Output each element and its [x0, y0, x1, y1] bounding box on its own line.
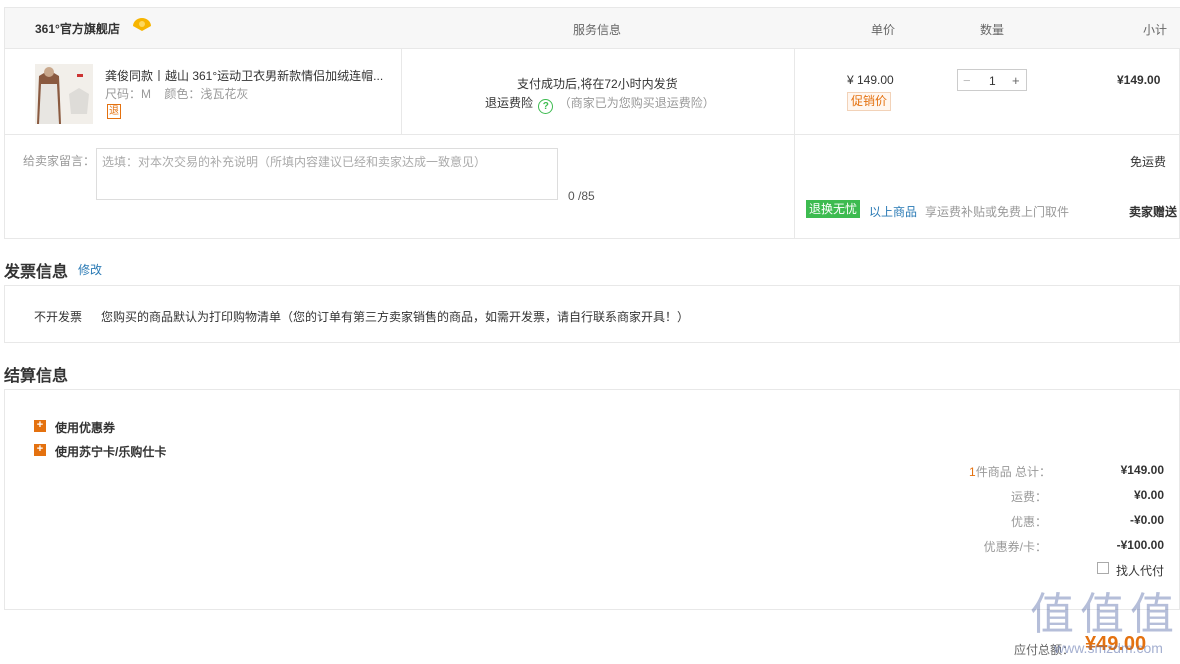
card-toggle-label: 使用苏宁卡/乐购仕卡 [55, 445, 167, 459]
store-rank-icon [131, 17, 153, 36]
settlement-title: 结算信息 [4, 368, 69, 385]
size-label: 尺码： [105, 87, 142, 101]
shipping-fee-value: ¥0.00 [1133, 488, 1164, 502]
color-label: 颜色： [164, 87, 201, 101]
worry-free-desc: 享运费补贴或免费上门取件 [925, 205, 1070, 219]
promo-tag: 促销价 [847, 92, 892, 111]
header-service: 服务信息 [573, 23, 622, 37]
watermark-logo: 值 值 值 [1030, 578, 1174, 642]
message-placeholder: 选填：对本次交易的补充说明（所填内容建议已经和卖家达成一致意见） [102, 155, 487, 169]
service-shipping-time: 支付成功后,将在72小时内发货 [517, 77, 678, 91]
header-subtotal: 小计 [1143, 23, 1168, 37]
coupon-card-value: -¥100.00 [1116, 538, 1164, 552]
qty-minus-button[interactable]: − [963, 73, 971, 88]
column-divider-service [401, 48, 402, 134]
qty-input[interactable]: 1 [989, 74, 996, 88]
return-badge: 退 [107, 104, 121, 119]
product-title[interactable]: 龚俊同款丨越山 361°运动卫衣男新款情侣加绒连帽... [105, 67, 395, 84]
column-divider-price [794, 48, 795, 238]
unit-price: ¥ 149.00 [847, 73, 894, 87]
shipping-fee-label: 运费： [1010, 490, 1047, 504]
subtotal-value: ¥149.00 [1117, 73, 1161, 87]
message-label: 给卖家留言： [23, 154, 96, 168]
expand-plus-icon: + [34, 444, 46, 456]
coupon-toggle-label: 使用优惠券 [55, 421, 116, 435]
store-name[interactable]: 361°官方旗舰店 [35, 20, 120, 37]
product-thumbnail[interactable] [35, 64, 93, 124]
expand-plus-icon: + [34, 420, 46, 432]
message-counter: 0 /85 [568, 189, 595, 203]
color-value: 浅瓦花灰 [200, 87, 249, 101]
qty-plus-button[interactable]: + [1012, 73, 1020, 88]
invoice-title: 发票信息 [4, 264, 69, 281]
coupon-card-label: 优惠券/卡： [983, 540, 1047, 554]
service-insurance: 退运费险 [485, 96, 534, 110]
row-divider [5, 134, 1180, 135]
invoice-edit-link[interactable]: 修改 [78, 261, 102, 278]
applies-to-link[interactable]: 以上商品 [869, 203, 917, 220]
service-insurance-line: 退运费险 ? （商家已为您购买退运费险） [485, 94, 715, 114]
invoice-type: 不开发票 [34, 310, 83, 324]
items-total-value: ¥149.00 [1120, 463, 1164, 477]
size-value: M [141, 87, 152, 101]
help-icon[interactable]: ? [538, 99, 554, 114]
worry-free-badge: 退换无忧 [806, 200, 860, 218]
items-count: 1 [969, 465, 976, 479]
service-insurance-note: （商家已为您购买退运费险） [558, 96, 715, 110]
quantity-stepper[interactable]: − 1 + [957, 69, 1027, 91]
discount-value: -¥0.00 [1129, 513, 1164, 527]
header-unit-price: 单价 [871, 23, 896, 37]
watermark-text: 值 值 值 [1030, 589, 1174, 640]
message-textarea[interactable]: 选填：对本次交易的补充说明（所填内容建议已经和卖家达成一致意见） [96, 148, 558, 200]
product-attrs: 尺码：M 颜色：浅瓦花灰 [105, 85, 248, 102]
items-label: 件商品 总计： [975, 465, 1052, 479]
header-quantity: 数量 [980, 23, 1005, 37]
watermark-url: www.smzdm.com [1054, 640, 1163, 656]
proxy-pay-label[interactable]: 找人代付 [1116, 562, 1164, 579]
invoice-note: 您购买的商品默认为打印购物清单（您的订单有第三方卖家销售的商品，如需开发票，请自… [101, 310, 690, 324]
discount-label: 优惠： [1010, 515, 1047, 529]
proxy-pay-checkbox[interactable] [1097, 562, 1109, 574]
free-shipping: 免运费 [1130, 155, 1167, 169]
items-total-label: 1件商品 总计： [969, 463, 1051, 480]
seller-gift: 卖家赠送 [1129, 205, 1178, 219]
